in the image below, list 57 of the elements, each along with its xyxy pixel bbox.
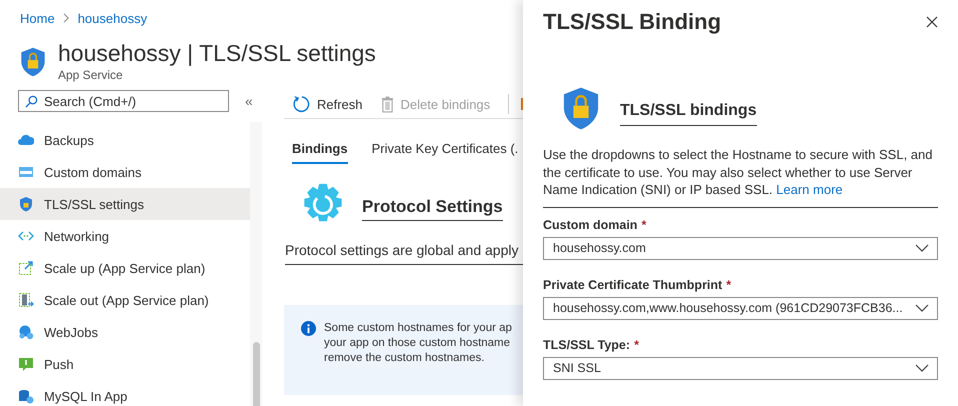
info-text-line: remove the custom hostnames. (324, 351, 486, 366)
protocol-description: Protocol settings are global and apply (285, 242, 523, 265)
chevron-icon (62, 13, 70, 23)
tab[interactable]: Bindings (292, 137, 348, 164)
required-mark: * (641, 218, 646, 232)
sidebar-item[interactable]: Push (0, 348, 250, 380)
menu-item-icon (18, 356, 34, 372)
chevron-down-icon (915, 364, 929, 372)
sidebar-item[interactable]: MySQL In App (0, 380, 250, 406)
dropdown[interactable]: househossy.com (543, 236, 938, 260)
learn-more-link[interactable]: Learn more (776, 182, 843, 197)
sidebar-item[interactable]: TLS/SSL settings (0, 188, 250, 220)
field-label: TLS/SSL Type: (543, 338, 630, 352)
dropdown[interactable]: househossy.com,www.househossy.com (961CD29073FCB36... (543, 296, 938, 320)
dropdown[interactable]: SNI SSL (543, 356, 938, 380)
field-label: Custom domain (543, 218, 638, 232)
sidebar-item[interactable]: Backups (0, 124, 250, 156)
section-heading: TLS/SSL bindings (620, 102, 757, 126)
page-subtitle: App Service (58, 68, 124, 82)
panel-description: Use the dropdowns to select the Hostname to secure with SSL, and the certificate to use. You may also select whether to use Server Name Indication (SNI) or IP based SSL. Learn more (543, 146, 938, 208)
menu-item-icon (18, 292, 34, 308)
required-mark: * (726, 278, 732, 292)
sidebar-item[interactable]: Networking (0, 220, 250, 252)
info-text-line: Some custom hostnames for your ap (324, 321, 512, 336)
shield-lock-icon (20, 47, 46, 77)
close-icon (926, 16, 938, 28)
sidebar-item[interactable]: WebJobs (0, 316, 250, 348)
sidebar-item[interactable]: Scale out (App Service plan) (0, 284, 250, 316)
refresh-icon (292, 95, 310, 113)
breadcrumb-link[interactable]: househossy (78, 10, 148, 26)
toolbar-icon[interactable] (520, 98, 523, 110)
search-field[interactable]: Search (Cmd+/) (18, 90, 229, 112)
menu-item-icon (18, 388, 34, 404)
menu-item-icon (18, 324, 34, 340)
panel-title: TLS/SSL Binding (543, 9, 722, 35)
sidebar-item[interactable]: Custom domains (0, 156, 250, 188)
refresh-button[interactable]: Refresh (292, 95, 363, 113)
shield-lock-icon (562, 86, 600, 131)
tab[interactable]: Private Key Certificates (. (372, 137, 518, 164)
chevron-down-icon (915, 304, 929, 312)
collapse-button[interactable]: « (243, 93, 255, 109)
page-title: househossy | TLS/SSL settings (58, 39, 376, 67)
section-heading: Protocol Settings (362, 197, 503, 221)
menu-item-icon (18, 196, 34, 212)
field-label: Private Certificate Thumbprint (543, 278, 722, 292)
menu-item-icon (18, 260, 34, 276)
menu-item-icon (18, 164, 34, 180)
info-icon (301, 321, 316, 336)
menu-item-icon (18, 132, 34, 148)
chevron-down-icon (915, 244, 929, 252)
search-icon (25, 95, 38, 108)
breadcrumb-link[interactable]: Home (20, 10, 55, 26)
sidebar-item[interactable]: Scale up (App Service plan) (0, 252, 250, 284)
scrollbar-thumb[interactable] (253, 342, 260, 406)
trash-icon (380, 96, 394, 112)
required-mark: * (634, 338, 639, 352)
info-text-line: your app on those custom hostname (324, 336, 512, 351)
